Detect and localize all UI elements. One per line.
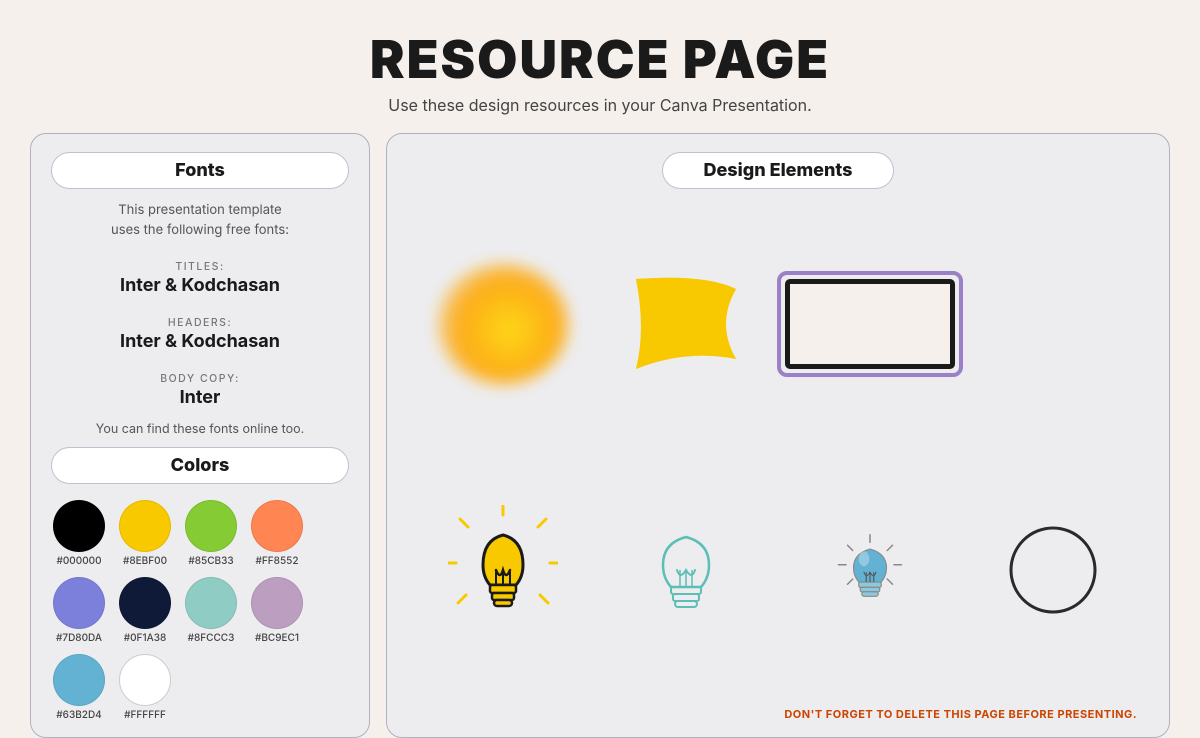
color-green: #85CB33 xyxy=(183,500,239,567)
color-swatch-blue xyxy=(53,654,105,706)
color-hex-orange: #FF8552 xyxy=(256,555,299,567)
color-hex-purple: #7D80DA xyxy=(56,632,102,644)
font-group-headers: HEADERS: Inter & Kodchasan xyxy=(51,310,349,352)
design-elements-badge: Design Elements xyxy=(662,152,893,189)
fonts-badge: Fonts xyxy=(51,152,349,189)
color-hex-green: #85CB33 xyxy=(188,555,233,567)
color-swatch-orange xyxy=(251,500,303,552)
color-swatch-navy xyxy=(119,577,171,629)
color-orange: #FF8552 xyxy=(249,500,305,567)
color-purple: #7D80DA xyxy=(51,577,107,644)
design-badge-wrap: Design Elements xyxy=(411,152,1145,189)
font-name-headers: Inter & Kodchasan xyxy=(51,331,349,352)
color-hex-black: #000000 xyxy=(56,555,101,567)
color-hex-yellow: #8EBF00 xyxy=(123,555,167,567)
warning-footer: DON'T FORGET TO DELETE THIS PAGE BEFORE … xyxy=(411,705,1145,721)
page-subtitle: Use these design resources in your Canva… xyxy=(370,95,830,115)
colors-grid: #000000 #8EBF00 #85CB33 #FF8552 #7D80DA … xyxy=(51,500,349,721)
right-panel: Design Elements xyxy=(386,133,1170,738)
element-bulb-outline xyxy=(595,447,779,693)
color-hex-mauve: #BC9EC1 xyxy=(255,632,299,644)
color-swatch-white xyxy=(119,654,171,706)
font-group-titles: TITLES: Inter & Kodchasan xyxy=(51,254,349,296)
element-sun-glow xyxy=(411,201,595,447)
color-white: #FFFFFF xyxy=(117,654,173,721)
yellow-flag-icon xyxy=(626,269,746,379)
color-yellow: #8EBF00 xyxy=(117,500,173,567)
font-name-titles: Inter & Kodchasan xyxy=(51,275,349,296)
color-swatch-mauve xyxy=(251,577,303,629)
bulb-blue-icon xyxy=(825,515,915,625)
circle-outline-icon xyxy=(1003,515,1103,625)
colors-badge: Colors xyxy=(51,447,349,484)
element-circle-outline xyxy=(962,447,1146,693)
font-name-body: Inter xyxy=(51,387,349,408)
color-teal: #8FCCC3 xyxy=(183,577,239,644)
color-hex-teal: #8FCCC3 xyxy=(188,632,235,644)
bulb-yellow-icon xyxy=(448,505,558,635)
font-label-titles: TITLES: xyxy=(175,260,224,273)
element-empty-1 xyxy=(962,201,1146,447)
color-blue: #63B2D4 xyxy=(51,654,107,721)
fonts-intro: This presentation templateuses the follo… xyxy=(51,201,349,240)
color-navy: #0F1A38 xyxy=(117,577,173,644)
element-bulb-blue xyxy=(778,447,962,693)
element-yellow-shape xyxy=(595,201,779,447)
page-title: RESOURCE PAGE xyxy=(370,28,830,91)
color-swatch-black xyxy=(53,500,105,552)
element-sketch-rect xyxy=(778,201,962,447)
elements-grid xyxy=(411,201,1145,693)
color-swatch-purple xyxy=(53,577,105,629)
bulb-outline-icon xyxy=(641,515,731,625)
color-hex-navy: #0F1A38 xyxy=(124,632,167,644)
sun-glow-shape xyxy=(438,264,568,384)
color-swatch-green xyxy=(185,500,237,552)
color-black: #000000 xyxy=(51,500,107,567)
color-mauve: #BC9EC1 xyxy=(249,577,305,644)
element-bulb-yellow xyxy=(411,447,595,693)
color-swatch-teal xyxy=(185,577,237,629)
fonts-note: You can find these fonts online too. xyxy=(51,422,349,437)
page-header: RESOURCE PAGE Use these design resources… xyxy=(370,0,830,123)
warning-text: DON'T FORGET TO DELETE THIS PAGE BEFORE … xyxy=(784,707,1137,721)
left-panel: Fonts This presentation templateuses the… xyxy=(30,133,370,738)
color-hex-white: #FFFFFF xyxy=(124,709,166,721)
color-swatch-yellow xyxy=(119,500,171,552)
main-content: Fonts This presentation templateuses the… xyxy=(0,133,1200,738)
font-label-headers: HEADERS: xyxy=(168,316,232,329)
font-label-body: BODY COPY: xyxy=(160,372,240,385)
color-hex-blue: #63B2D4 xyxy=(56,709,101,721)
font-group-body: BODY COPY: Inter xyxy=(51,366,349,408)
